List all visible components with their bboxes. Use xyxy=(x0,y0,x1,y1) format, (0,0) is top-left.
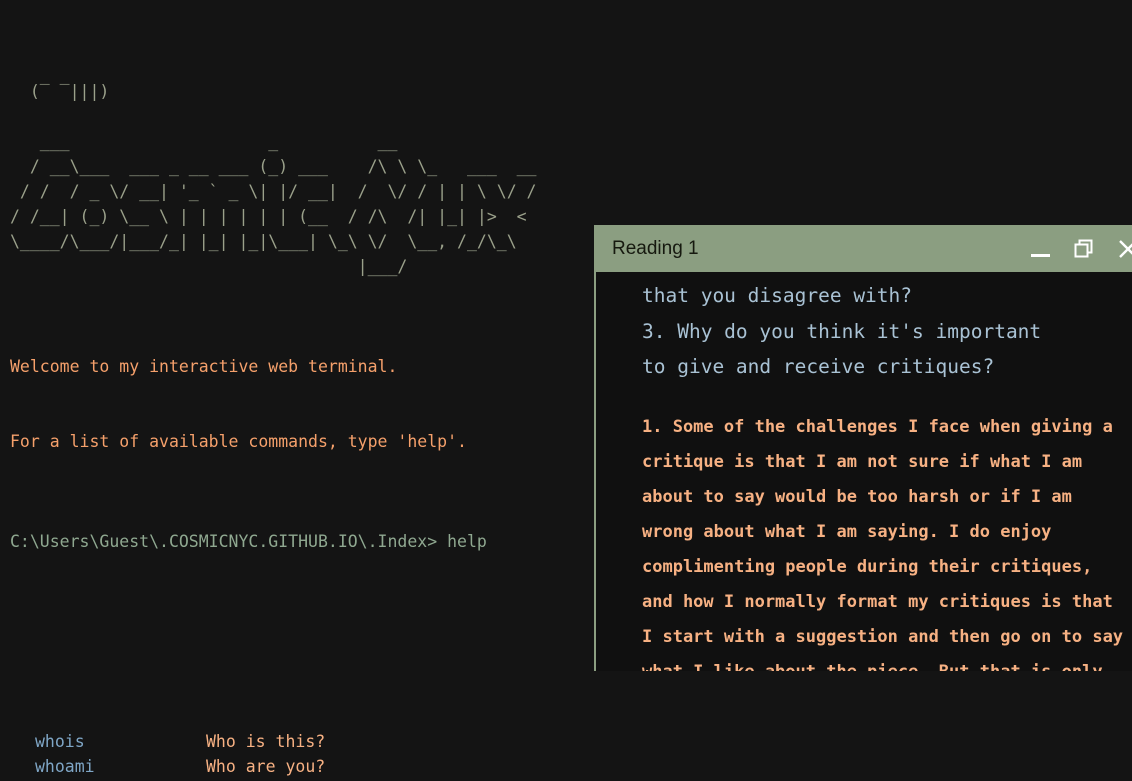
question-line: to give and receive critiques? xyxy=(642,355,995,378)
window-titlebar[interactable]: Reading 1 xyxy=(596,225,1132,272)
help-row-whois[interactable]: whois Who is this? xyxy=(10,729,1132,754)
answer-line: what I like about the piece. But that is… xyxy=(596,655,1132,672)
restore-icon xyxy=(1074,239,1093,257)
question-line: 3. Why do you think it's important xyxy=(642,319,1042,343)
close-button[interactable] xyxy=(1106,225,1132,272)
answer-line: about to say would be too harsh or if I … xyxy=(642,486,1072,507)
screen: (‾ ‾|||) ___ _ __ / __\___ ___ _ __ ___ … xyxy=(0,0,1132,781)
close-icon xyxy=(1119,239,1132,258)
minimize-icon xyxy=(1030,254,1050,257)
answer-block: 1. Some of the challenges I face when gi… xyxy=(596,410,1132,672)
question-line: that you disagree with? xyxy=(642,284,913,307)
restore-button[interactable] xyxy=(1062,225,1106,272)
answer-line: 1. Some of the challenges I face when gi… xyxy=(642,416,1113,437)
answer-line: complimenting people during their critiq… xyxy=(642,556,1093,577)
reading-1-window[interactable]: Reading 1 that you disagree with? 3. Why … xyxy=(594,225,1132,671)
answer-line: and how I normally format my critiques i… xyxy=(642,591,1113,612)
help-row-whoami[interactable]: whoami Who are you? xyxy=(10,754,1132,779)
command-description: Who is this? xyxy=(206,732,326,751)
window-title: Reading 1 xyxy=(612,237,699,259)
answer-line: wrong about what I am saying. I do enjoy xyxy=(642,521,1052,542)
entered-command-help xyxy=(437,532,447,551)
minimize-button[interactable] xyxy=(1018,225,1062,272)
command-description: Who are you? xyxy=(206,757,326,776)
answer-line: critique is that I am not sure if what I… xyxy=(642,451,1083,472)
help-command-table: whoisWho is this?whoamiWho are you?proje… xyxy=(10,729,1132,781)
command-name: whoami xyxy=(35,757,95,776)
window-content[interactable]: that you disagree with? 3. Why do you thi… xyxy=(596,272,1132,671)
command-name: whois xyxy=(35,732,85,751)
answer-line: I start with a suggestion and then go on… xyxy=(642,626,1124,647)
help-command-text: help xyxy=(447,532,487,551)
question-block: that you disagree with? 3. Why do you thi… xyxy=(596,278,1132,385)
prompt-string: C:\Users\Guest\.COSMICNYC.GITHUB.IO\.Ind… xyxy=(10,532,438,551)
